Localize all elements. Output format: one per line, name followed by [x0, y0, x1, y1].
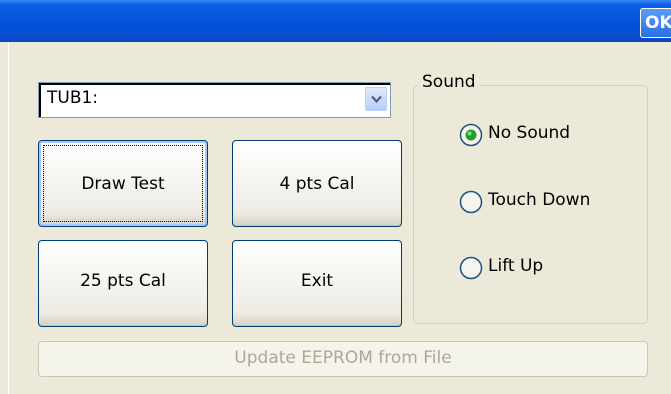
twenty-five-pts-cal-label: 25 pts Cal	[80, 271, 166, 291]
sound-group-title: Sound	[418, 72, 480, 92]
radio-no-sound-label: No Sound	[488, 123, 571, 143]
radio-unselected-icon	[459, 256, 483, 280]
ok-button[interactable]: OK	[640, 8, 671, 38]
title-bar: OK	[0, 0, 671, 42]
four-pts-cal-button[interactable]: 4 pts Cal	[232, 140, 402, 227]
radio-unselected-icon	[459, 190, 483, 214]
radio-lift-up-label: Lift Up	[488, 256, 544, 276]
chevron-down-icon[interactable]	[365, 87, 387, 111]
exit-label: Exit	[300, 271, 334, 291]
update-eeprom-button[interactable]: Update EEPROM from File	[38, 341, 648, 377]
draw-test-button[interactable]: Draw Test	[38, 140, 208, 227]
radio-selected-icon	[459, 123, 483, 147]
draw-test-label: Draw Test	[81, 174, 165, 194]
update-eeprom-label: Update EEPROM from File	[234, 348, 452, 368]
device-combobox[interactable]: TUB1:	[38, 82, 391, 118]
exit-button[interactable]: Exit	[232, 240, 402, 327]
radio-touch-down-label: Touch Down	[488, 190, 591, 210]
four-pts-cal-label: 4 pts Cal	[279, 174, 355, 194]
twenty-five-pts-cal-button[interactable]: 25 pts Cal	[38, 240, 208, 327]
device-combobox-value: TUB1:	[47, 88, 99, 108]
